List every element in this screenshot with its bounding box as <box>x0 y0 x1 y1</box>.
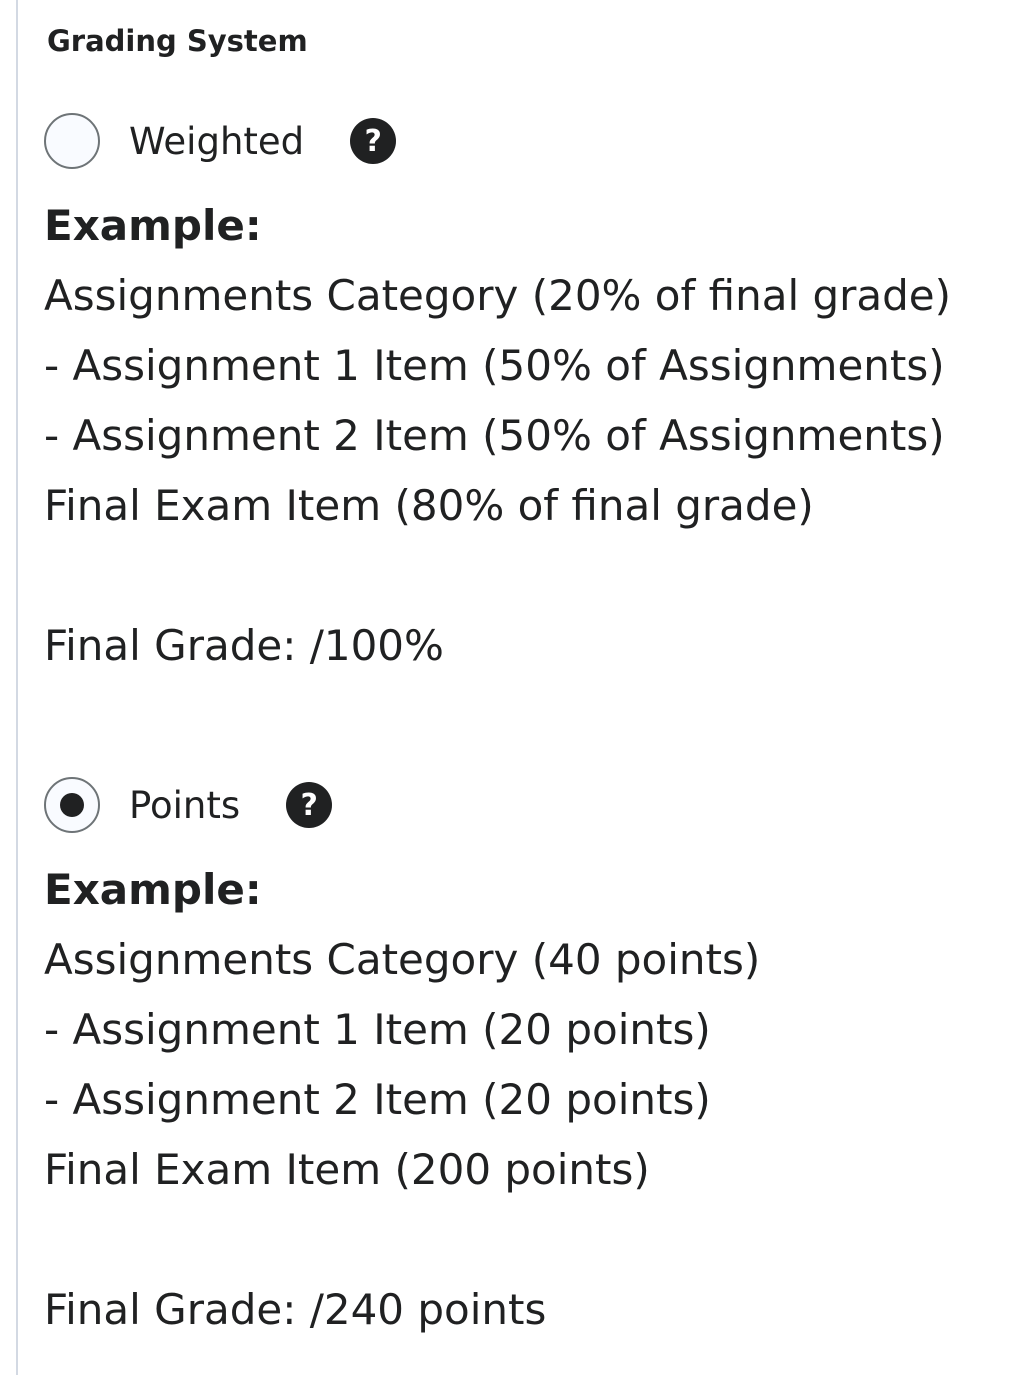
weighted-option[interactable]: Weighted ? <box>44 111 397 171</box>
example-heading: Example: <box>44 865 262 914</box>
example-line: Final Exam Item (80% of final grade) <box>44 481 814 530</box>
weighted-radio[interactable] <box>44 113 100 169</box>
points-option[interactable]: Points ? <box>44 775 333 835</box>
final-grade: Final Grade: /100% <box>44 621 444 670</box>
section-title: Grading System <box>47 24 308 58</box>
example-line: - Assignment 2 Item (20 points) <box>44 1075 711 1124</box>
example-line: Final Exam Item (200 points) <box>44 1145 650 1194</box>
points-radio[interactable] <box>44 777 100 833</box>
final-grade: Final Grade: /240 points <box>44 1285 547 1334</box>
example-line: Assignments Category (20% of final grade… <box>44 271 952 320</box>
example-line: Assignments Category (40 points) <box>44 935 761 984</box>
example-line: - Assignment 2 Item (50% of Assignments) <box>44 411 945 460</box>
weighted-example: Example: Assignments Category (20% of fi… <box>44 191 1004 681</box>
example-line: - Assignment 1 Item (50% of Assignments) <box>44 341 945 390</box>
example-line: - Assignment 1 Item (20 points) <box>44 1005 711 1054</box>
points-example: Example: Assignments Category (40 points… <box>44 855 1004 1345</box>
left-border <box>16 0 18 1375</box>
points-label[interactable]: Points <box>129 784 240 827</box>
question-circle-icon[interactable]: ? <box>286 782 333 828</box>
example-heading: Example: <box>44 201 262 250</box>
weighted-label[interactable]: Weighted <box>129 120 304 163</box>
question-circle-icon[interactable]: ? <box>350 118 397 164</box>
